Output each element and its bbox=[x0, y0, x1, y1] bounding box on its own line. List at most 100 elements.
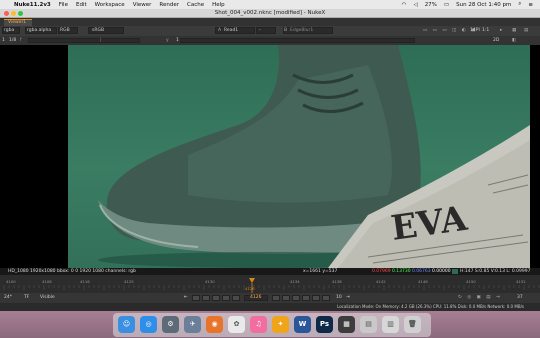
volume-icon[interactable]: ◁ bbox=[413, 2, 417, 8]
lut-value: sRGB bbox=[92, 28, 105, 33]
format-info: HD_1080 1920x1080 bbox: 0 0 1920 1080 ch… bbox=[8, 269, 136, 274]
battery-percent[interactable]: 27% bbox=[425, 2, 437, 8]
menu-viewer[interactable]: Viewer bbox=[133, 2, 152, 8]
menu-cache[interactable]: Cache bbox=[187, 2, 204, 8]
photoshop-icon[interactable]: Ps bbox=[316, 316, 333, 333]
viewer-canvas[interactable]: EVA bbox=[0, 45, 540, 268]
exposure-slider[interactable] bbox=[28, 38, 140, 43]
proxy-value[interactable]: 14PI bbox=[470, 28, 480, 34]
timeline-label: 4100 bbox=[6, 279, 16, 284]
notification-center-icon[interactable]: ≡ bbox=[528, 2, 533, 8]
viewer-image[interactable]: EVA bbox=[68, 45, 530, 268]
menu-workspace[interactable]: Workspace bbox=[95, 2, 125, 8]
step-back-button[interactable] bbox=[212, 295, 220, 301]
itunes-icon[interactable]: ♫ bbox=[250, 316, 267, 333]
timeline-ruler[interactable]: 4100 4108 4116 4125 4130 4134 4138 4142 4146 4150… bbox=[0, 275, 540, 293]
launchpad-icon[interactable]: ⚙ bbox=[162, 316, 179, 333]
display-channel-value: RGB bbox=[60, 28, 70, 33]
timeline-label: 4108 bbox=[42, 279, 52, 284]
downloads-icon[interactable]: ▥ bbox=[382, 316, 399, 333]
blackmagic-icon[interactable]: ▦ bbox=[338, 316, 355, 333]
next-keyframe-button[interactable] bbox=[302, 295, 310, 301]
menu-file[interactable]: File bbox=[59, 2, 68, 8]
timeline-label: 4130 bbox=[205, 279, 215, 284]
cache-option-icons[interactable]: ↻ ◎ ▣ ▤ ⇥ bbox=[458, 295, 502, 301]
timeline-background[interactable] bbox=[0, 275, 540, 293]
prev-keyframe-button[interactable] bbox=[202, 295, 210, 301]
timeline-label: 4116 bbox=[80, 279, 90, 284]
out-point-icon[interactable]: ⇥ bbox=[346, 295, 350, 301]
settings-icon[interactable]: ▤ bbox=[524, 28, 528, 34]
input-a-prefix: A bbox=[218, 28, 222, 33]
last-frame-button[interactable] bbox=[312, 295, 320, 301]
skip-button[interactable] bbox=[322, 295, 330, 301]
image-capture-icon[interactable]: ▤ bbox=[360, 316, 377, 333]
macos-menubar: Nuke11.2v3 File Edit Workspace Viewer Re… bbox=[0, 0, 540, 9]
in-point-icon[interactable]: ⇤ bbox=[184, 295, 188, 301]
flag-icon[interactable]: ▭ bbox=[444, 2, 449, 8]
menubar-status-area: ◠ ◁ 27% ▭ Sun 28 Oct 1:40 pm ⌕ ≡ bbox=[402, 1, 540, 8]
menu-app-name[interactable]: Nuke11.2v3 bbox=[14, 2, 51, 8]
tab-viewer1[interactable]: Viewer1 bbox=[4, 19, 32, 26]
timecode-mode-dropdown[interactable]: TF bbox=[24, 295, 29, 301]
channels-value: rgba bbox=[4, 28, 15, 33]
menu-edit[interactable]: Edit bbox=[76, 2, 87, 8]
clock[interactable]: Sun 28 Oct 1:40 pm bbox=[456, 2, 511, 8]
dock: ☺ ◎ ⚙ ✈ ◉ ✿ ♫ ✦ W Ps ▦ ▤ ▥ 🗑 bbox=[113, 313, 431, 337]
panel-tab-bar: Viewer1 bbox=[0, 18, 540, 26]
wifi-icon[interactable]: ◠ bbox=[402, 2, 407, 8]
finder-icon[interactable]: ☺ bbox=[118, 316, 135, 333]
step-forward-button[interactable] bbox=[292, 295, 300, 301]
wipe-mode-value: - bbox=[259, 28, 261, 33]
window-title: Shot_004_v002.nknc [modified] - NukeX bbox=[214, 10, 326, 16]
nuke-icon[interactable]: ✦ bbox=[272, 316, 289, 333]
frame-range[interactable]: 1/8 bbox=[9, 38, 16, 44]
photos-icon[interactable]: ✿ bbox=[228, 316, 245, 333]
timeline[interactable]: 4100 4108 4116 4125 4130 4134 4138 4142 4146 4150… bbox=[0, 275, 540, 293]
viewer-toolbar-bottom: 1 1/8 f | y 1 2D ◧ bbox=[0, 36, 540, 45]
viewer-toolbar-top: rgba rgba.alpha RGB sRGB A Read1 - B Edg… bbox=[0, 26, 540, 36]
search-icon[interactable]: ⌕ bbox=[518, 1, 521, 8]
close-window-button[interactable] bbox=[4, 11, 9, 16]
next-frame-button[interactable] bbox=[272, 295, 280, 301]
zoom-window-button[interactable] bbox=[18, 11, 23, 16]
fps-dropdown[interactable]: 24* bbox=[4, 295, 12, 301]
visible-range-dropdown[interactable]: Visible bbox=[40, 295, 55, 301]
firefox-icon[interactable]: ◉ bbox=[206, 316, 223, 333]
first-frame-button[interactable] bbox=[192, 295, 200, 301]
blue-value: 0.06763 bbox=[412, 269, 431, 274]
playhead-frame-label: 4126 bbox=[245, 286, 255, 291]
safari-icon[interactable]: ◎ bbox=[140, 316, 157, 333]
play-backward-button[interactable] bbox=[222, 295, 230, 301]
roi-icon[interactable]: ▸ bbox=[500, 28, 502, 34]
end-frame-field[interactable]: 37 bbox=[517, 295, 523, 301]
menu-help[interactable]: Help bbox=[212, 2, 225, 8]
status-bar: Localization Mode: On Memory: 4.2 GB (26… bbox=[0, 303, 540, 311]
gamma-slider[interactable] bbox=[180, 38, 415, 43]
exposure-slider-marker[interactable]: | bbox=[100, 38, 102, 44]
status-text: Localization Mode: On Memory: 4.2 GB (26… bbox=[337, 304, 524, 309]
rocket-icon[interactable]: ✈ bbox=[184, 316, 201, 333]
timeline-label: 4138 bbox=[332, 279, 342, 284]
word-icon[interactable]: W bbox=[294, 316, 311, 333]
resolution-value[interactable]: 1:1 bbox=[482, 28, 489, 34]
prev-frame-button[interactable] bbox=[232, 295, 240, 301]
red-value: 0.07969 bbox=[372, 269, 391, 274]
menu-render[interactable]: Render bbox=[159, 2, 179, 8]
gamma-label: y bbox=[166, 38, 169, 43]
frame-field[interactable]: 1 bbox=[2, 38, 5, 44]
viewer-mode-icon[interactable]: ◧ bbox=[512, 38, 516, 44]
color-swatch bbox=[452, 269, 458, 274]
layout-icon[interactable]: ▦ bbox=[512, 28, 516, 34]
minimize-window-button[interactable] bbox=[11, 11, 16, 16]
gamma-value[interactable]: 1 bbox=[176, 38, 179, 44]
play-forward-button[interactable] bbox=[282, 295, 290, 301]
layer-value: rgba.alpha bbox=[27, 28, 52, 33]
step-size-field[interactable]: 10 bbox=[336, 295, 342, 301]
viewer-info-bar: HD_1080 1920x1080 bbox: 0 0 1920 1080 ch… bbox=[0, 268, 540, 275]
shoe-and-newspaper-image: EVA bbox=[98, 45, 530, 268]
zoom-value[interactable]: 2D bbox=[493, 38, 499, 44]
trash-icon[interactable]: 🗑 bbox=[404, 316, 421, 333]
desktop-background: ☺ ◎ ⚙ ✈ ◉ ✿ ♫ ✦ W Ps ▦ ▤ ▥ 🗑 bbox=[0, 311, 540, 338]
hsvl-value: H:147 S:0.85 V:0.13 L: 0.09997 bbox=[460, 269, 531, 274]
